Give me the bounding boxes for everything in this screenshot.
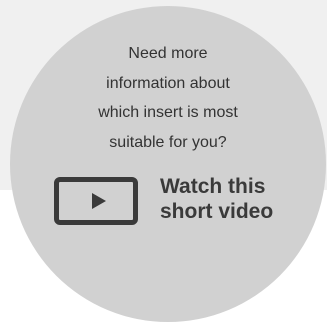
- watch-video-link[interactable]: Watch this short video: [54, 174, 294, 230]
- watch-video-label[interactable]: Watch this short video: [160, 174, 294, 224]
- help-question-text: Need more information about which insert…: [98, 45, 238, 151]
- play-triangle-icon: [92, 193, 106, 209]
- play-video-icon[interactable]: [54, 177, 138, 225]
